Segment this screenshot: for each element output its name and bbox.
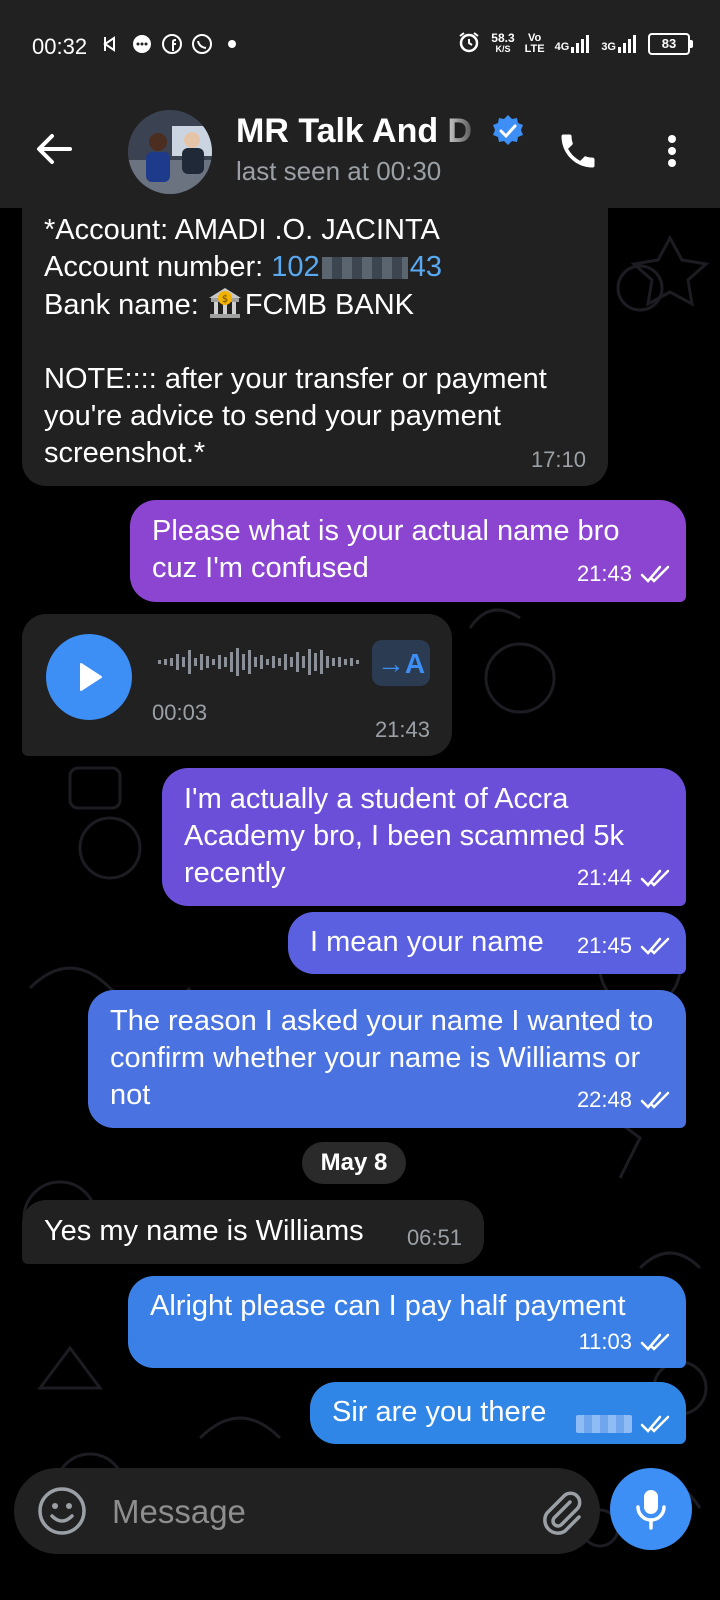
message-voice[interactable]: 00:03 →A 21:43 xyxy=(22,614,452,756)
double-check-icon xyxy=(640,869,670,887)
alarm-icon xyxy=(457,30,481,57)
notification-icons xyxy=(100,32,244,56)
voice-duration: 00:03 xyxy=(152,700,208,725)
contact-avatar[interactable] xyxy=(128,110,212,194)
message-incoming[interactable]: Yes my name is Williams 06:51 xyxy=(22,1200,484,1264)
message-time: 06:51 xyxy=(406,1225,462,1250)
net-speed-unit: K/S xyxy=(495,43,511,54)
message-meta: 21:45 xyxy=(577,927,672,964)
account-number-label: Account number: xyxy=(44,251,272,283)
verified-badge-icon xyxy=(490,113,526,149)
double-check-icon xyxy=(640,937,670,955)
message-outgoing[interactable]: The reason I asked your name I wanted to… xyxy=(88,990,686,1128)
payment-note: NOTE:::: after your transfer or payment … xyxy=(44,363,547,469)
message-time: 21:45 xyxy=(576,933,632,958)
message-outgoing[interactable]: Sir are you there xyxy=(310,1382,686,1444)
last-seen-status: last seen at 00:30 xyxy=(236,156,442,186)
message-meta: 22:48 xyxy=(577,1081,672,1118)
message-text: Yes my name is Williams xyxy=(44,1215,364,1247)
play-icon xyxy=(80,663,102,691)
chat-header: MR Talk And D last seen at 00:30 xyxy=(0,95,720,208)
emoji-icon xyxy=(38,1487,86,1535)
message-outgoing[interactable]: Alright please can I pay half payment 11… xyxy=(128,1276,686,1368)
more-notifications-dot xyxy=(220,32,244,56)
net1-label: 4G xyxy=(554,40,570,53)
message-outgoing[interactable]: I'm actually a student of Accra Academy … xyxy=(162,768,686,906)
account-number-link[interactable]: 102 43 xyxy=(271,251,442,283)
message-text: I mean your name xyxy=(310,926,544,958)
voice-record-button[interactable] xyxy=(610,1468,692,1550)
microphone-icon xyxy=(636,1490,666,1530)
transcribe-button[interactable]: →A xyxy=(372,640,430,686)
status-bar: 00:32 58.3 K/S Vo LTE 4G 3G 83 xyxy=(0,0,720,95)
message-meta xyxy=(576,1414,672,1434)
phone-icon xyxy=(561,134,595,168)
status-time: 00:32 xyxy=(32,34,88,59)
message-meta: 06:51 xyxy=(407,1219,462,1256)
volte-top: Vo xyxy=(528,31,542,44)
back-arrow-icon xyxy=(37,134,72,164)
account-number-start: 102 xyxy=(271,251,320,283)
bank-name-label: Bank name: xyxy=(44,289,207,321)
double-check-icon xyxy=(640,1091,670,1109)
more-vertical-icon xyxy=(668,135,676,167)
attach-button[interactable] xyxy=(534,1484,588,1538)
message-meta: 17:10 xyxy=(531,441,586,478)
title-fade xyxy=(436,107,484,157)
net-speed: 58.3 K/S xyxy=(491,30,515,55)
account-number-line: Account number: 102 43 xyxy=(44,249,592,286)
message-time: 17:10 xyxy=(530,447,586,472)
message-time: 21:43 xyxy=(374,717,430,742)
chat-bubble-icon xyxy=(130,32,154,56)
bank-name-line: Bank name: $ FCMB BANK xyxy=(44,286,592,324)
message-time: 22:48 xyxy=(576,1087,632,1112)
more-options-button[interactable] xyxy=(652,127,692,175)
double-check-icon xyxy=(640,1415,670,1433)
net-speed-value: 58.3 xyxy=(491,30,515,45)
message-meta: 21:44 xyxy=(577,859,672,896)
play-button[interactable] xyxy=(46,634,132,720)
double-check-icon xyxy=(640,565,670,583)
double-check-icon xyxy=(640,1333,670,1351)
message-time: 21:44 xyxy=(576,865,632,890)
message-outgoing[interactable]: Please what is your actual name bro cuz … xyxy=(130,500,686,602)
redacted-digits xyxy=(321,257,408,280)
bank-name: FCMB BANK xyxy=(244,289,415,321)
message-text: Sir are you there xyxy=(332,1396,547,1428)
message-meta: 21:43 xyxy=(577,555,672,592)
battery-indicator: 83 xyxy=(648,32,693,55)
message-bank-details[interactable]: *Account: AMADI .O. JACINTA Account numb… xyxy=(22,190,608,486)
date-separator: May 8 xyxy=(302,1142,406,1184)
signal-4g: 4G xyxy=(554,34,592,53)
whatsapp-icon xyxy=(190,32,214,56)
back-button[interactable] xyxy=(32,127,76,171)
message-time: 11:03 xyxy=(578,1329,632,1354)
emoji-button[interactable] xyxy=(36,1485,88,1537)
svg-text:$: $ xyxy=(222,294,228,305)
volte-bottom: LTE xyxy=(524,42,545,55)
volte-indicator: Vo LTE xyxy=(524,31,545,55)
message-composer xyxy=(14,1468,600,1554)
message-time: 21:43 xyxy=(576,561,632,586)
status-right: 58.3 K/S Vo LTE 4G 3G 83 xyxy=(457,30,693,57)
message-text: Alright please can I pay half payment xyxy=(150,1290,626,1322)
paperclip-icon xyxy=(543,1491,582,1535)
call-button[interactable] xyxy=(556,129,600,173)
signal-3g: 3G xyxy=(601,34,638,53)
account-name-line: *Account: AMADI .O. JACINTA xyxy=(44,214,440,246)
redacted-time xyxy=(576,1415,632,1433)
bank-emoji-icon: $ xyxy=(207,286,243,318)
message-input[interactable] xyxy=(110,1486,524,1538)
facebook-icon xyxy=(160,32,184,56)
message-meta: 11:03 xyxy=(579,1323,672,1360)
message-meta: 21:43 xyxy=(375,711,430,748)
account-number-end: 43 xyxy=(409,251,442,283)
net2-label: 3G xyxy=(601,40,616,53)
cast-icon xyxy=(100,32,124,56)
voice-waveform[interactable] xyxy=(158,644,368,680)
message-outgoing[interactable]: I mean your name 21:45 xyxy=(288,912,686,974)
